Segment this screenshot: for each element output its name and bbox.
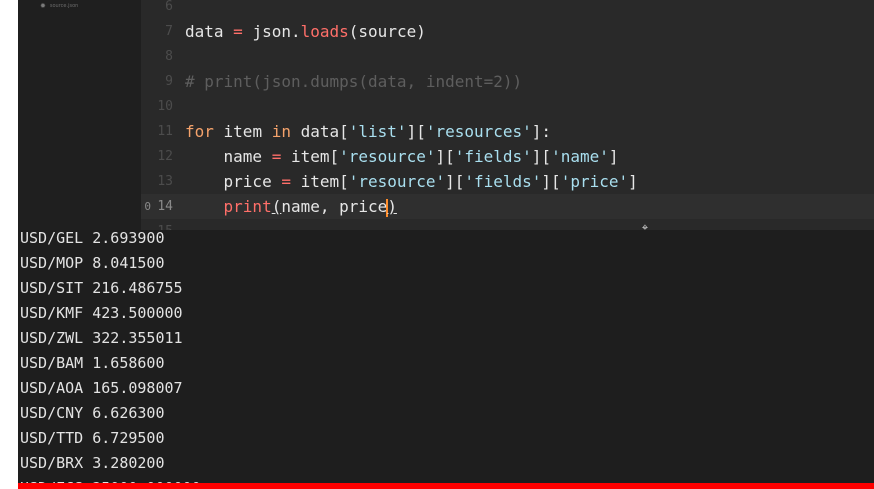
code-text: # print(json.dumps(data, indent=2)) — [185, 72, 523, 91]
line-number: 10 — [157, 99, 173, 114]
line-number: 8 — [165, 49, 173, 64]
code-line[interactable]: 6 — [141, 0, 874, 19]
code-line[interactable]: 0 14 print(name, price) — [141, 194, 874, 219]
output-row: USD/SIT 216.486755 — [20, 279, 183, 297]
code-line[interactable]: 9 # print(json.dumps(data, indent=2)) — [141, 69, 874, 94]
code-text: for item in data['list']['resources']: — [185, 122, 552, 141]
video-progress-fill — [18, 483, 874, 489]
output-row: USD/AOA 165.098007 — [20, 379, 183, 397]
screen-recording: ✹ source.json 6 7 data = json.loads(source… — [18, 0, 874, 489]
output-row: USD/TTD 6.729500 — [20, 429, 165, 447]
sidebar-file-item[interactable]: ✹ source.json — [40, 1, 78, 11]
code-line[interactable]: 12 name = item['resource']['fields']['na… — [141, 144, 874, 169]
code-line[interactable]: 13 price = item['resource']['fields']['p… — [141, 169, 874, 194]
output-row: USD/CNY 6.626300 — [20, 404, 165, 422]
code-text: print(name, price) — [223, 197, 397, 217]
terminal-output: USD/GEL 2.693900 USD/MOP 8.041500 USD/SIT … — [18, 230, 874, 489]
output-row: USD/BAM 1.658600 — [20, 354, 165, 372]
code-text: name = item['resource']['fields']['name'… — [185, 147, 619, 166]
code-text: price = item['resource']['fields']['pric… — [185, 172, 638, 191]
line-number: 14 — [157, 199, 173, 214]
output-row: USD/GEL 2.693900 — [20, 230, 165, 247]
code-line[interactable]: 11 for item in data['list']['resources']: — [141, 119, 874, 144]
code-editor[interactable]: 6 7 data = json.loads(source) 8 9 # print(jso… — [141, 0, 874, 230]
line-number: 7 — [165, 24, 173, 39]
move-cursor-icon: ⌖ — [641, 221, 649, 231]
output-row: USD/MOP 8.041500 — [20, 254, 165, 272]
gear-icon: ✹ — [40, 1, 46, 10]
code-text: data = json.loads(source) — [185, 22, 426, 41]
code-line[interactable]: 7 data = json.loads(source) — [141, 19, 874, 44]
code-line[interactable]: 8 — [141, 44, 874, 69]
line-number: 15 — [141, 219, 173, 230]
line-number: 11 — [157, 124, 173, 139]
line-number: 13 — [157, 174, 173, 189]
output-row: USD/KMF 423.500000 — [20, 304, 183, 322]
code-line[interactable]: 10 — [141, 94, 874, 119]
file-sidebar: ✹ source.json — [18, 0, 141, 230]
line-number: 6 — [165, 0, 173, 14]
video-frame: ✹ source.json 6 7 data = json.loads(source… — [0, 0, 874, 489]
code-line[interactable]: 15 — [141, 219, 874, 230]
line-number: 12 — [157, 149, 173, 164]
output-row: USD/ZWL 322.355011 — [20, 329, 183, 347]
sidebar-file-label: source.json — [49, 3, 79, 9]
output-row: USD/BRX 3.280200 — [20, 454, 165, 472]
line-number: 9 — [165, 74, 173, 89]
video-progress-bar[interactable] — [18, 483, 874, 489]
